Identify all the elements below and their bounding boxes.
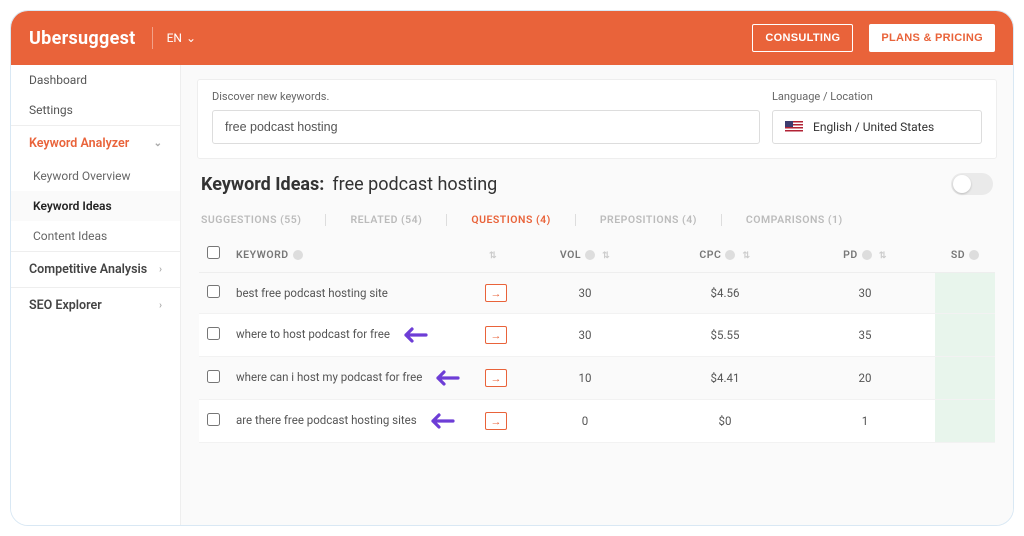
sidebar-item-keyword-ideas[interactable]: Keyword Ideas	[11, 191, 180, 221]
divider	[446, 214, 447, 226]
cell-sd	[935, 400, 995, 443]
divider	[575, 214, 576, 226]
language-picker[interactable]: EN ⌄	[152, 27, 196, 49]
cell-keyword: where to host podcast for free	[228, 314, 477, 357]
brand-logo: Ubersuggest	[29, 28, 136, 49]
ideas-title: Keyword Ideas:	[201, 174, 324, 195]
sidebar: Dashboard Settings Keyword Analyzer ⌄ Ke…	[11, 65, 181, 525]
sidebar-section-label: Competitive Analysis	[29, 262, 147, 277]
sidebar-item-content-ideas[interactable]: Content Ideas	[11, 221, 180, 251]
cell-vol: 30	[515, 314, 655, 357]
cell-keyword: where can i host my podcast for free	[228, 357, 477, 400]
row-checkbox[interactable]	[207, 370, 220, 383]
info-icon	[725, 250, 735, 260]
cell-cpc: $4.41	[655, 357, 795, 400]
cell-vol: 10	[515, 357, 655, 400]
cell-cpc: $5.55	[655, 314, 795, 357]
annotation-arrow-icon	[428, 368, 460, 388]
expand-button[interactable]: →	[485, 326, 507, 344]
select-all-checkbox[interactable]	[207, 246, 220, 259]
sort-icon[interactable]: ⇅	[602, 252, 610, 260]
cell-pd: 35	[795, 314, 935, 357]
annotation-arrow-icon	[396, 325, 428, 345]
cell-pd: 30	[795, 273, 935, 314]
cell-vol: 0	[515, 400, 655, 443]
cell-sd	[935, 273, 995, 314]
location-value: English / United States	[813, 120, 934, 134]
ideas-keyword: free podcast hosting	[332, 174, 497, 195]
flag-us-icon	[785, 121, 803, 133]
cell-keyword: best free podcast hosting site	[228, 273, 477, 314]
expand-button[interactable]: →	[485, 284, 507, 302]
tab-prepositions[interactable]: PREPOSITIONS (4)	[600, 213, 697, 226]
sidebar-item-keyword-overview[interactable]: Keyword Overview	[11, 161, 180, 191]
expand-button[interactable]: →	[485, 412, 507, 430]
tab-related[interactable]: RELATED (54)	[350, 213, 422, 226]
location-label: Language / Location	[772, 90, 982, 103]
subtabs: SUGGESTIONS (55) RELATED (54) QUESTIONS …	[181, 199, 1013, 236]
discover-panel: Discover new keywords. Language / Locati…	[197, 79, 997, 159]
discover-label: Discover new keywords.	[212, 90, 760, 103]
row-checkbox[interactable]	[207, 285, 220, 298]
language-code: EN	[167, 31, 182, 45]
row-checkbox[interactable]	[207, 413, 220, 426]
plans-button[interactable]: PLANS & PRICING	[869, 24, 995, 52]
sidebar-item-dashboard[interactable]: Dashboard	[11, 65, 180, 95]
col-vol[interactable]: VOL ⇅	[515, 236, 655, 273]
tab-comparisons[interactable]: COMPARISONS (1)	[746, 213, 843, 226]
cell-sd	[935, 357, 995, 400]
chevron-right-icon: ›	[159, 300, 162, 311]
cell-pd: 1	[795, 400, 935, 443]
cell-cpc: $4.56	[655, 273, 795, 314]
chevron-down-icon: ⌄	[154, 138, 162, 149]
sort-icon[interactable]: ⇅	[879, 252, 887, 260]
cell-cpc: $0	[655, 400, 795, 443]
annotation-arrow-icon	[423, 411, 455, 431]
divider	[721, 214, 722, 226]
cell-pd: 20	[795, 357, 935, 400]
table-row[interactable]: where to host podcast for free → 30$5.5535	[199, 314, 995, 357]
keywords-table: KEYWORD ⇅ VOL ⇅ CPC ⇅	[199, 236, 995, 443]
col-expand: ⇅	[477, 236, 515, 273]
cell-sd	[935, 314, 995, 357]
sort-icon[interactable]: ⇅	[743, 252, 751, 260]
sidebar-section-label: SEO Explorer	[29, 298, 102, 313]
sidebar-section-label: Keyword Analyzer	[29, 136, 129, 151]
tab-suggestions[interactable]: SUGGESTIONS (55)	[201, 213, 301, 226]
view-toggle[interactable]	[951, 173, 993, 195]
location-selector[interactable]: English / United States	[772, 110, 982, 144]
table-row[interactable]: are there free podcast hosting sites → 0$0…	[199, 400, 995, 443]
keyword-input[interactable]	[212, 110, 760, 144]
col-check	[199, 236, 228, 273]
app-header: Ubersuggest EN ⌄ CONSULTING PLANS & PRIC…	[11, 11, 1013, 65]
sidebar-section-competitive-analysis[interactable]: Competitive Analysis ›	[11, 251, 180, 287]
main-area: Dashboard Settings Keyword Analyzer ⌄ Ke…	[11, 65, 1013, 525]
col-sd[interactable]: SD	[935, 236, 995, 273]
info-icon	[862, 250, 872, 260]
tab-questions[interactable]: QUESTIONS (4)	[471, 213, 550, 226]
cell-vol: 30	[515, 273, 655, 314]
col-pd[interactable]: PD ⇅	[795, 236, 935, 273]
info-icon	[293, 250, 303, 260]
table-row[interactable]: best free podcast hosting site → 30$4.5630	[199, 273, 995, 314]
divider	[325, 214, 326, 226]
sidebar-section-keyword-analyzer[interactable]: Keyword Analyzer ⌄	[11, 125, 180, 161]
sidebar-section-seo-explorer[interactable]: SEO Explorer ›	[11, 287, 180, 323]
cell-keyword: are there free podcast hosting sites	[228, 400, 477, 443]
chevron-down-icon: ⌄	[186, 31, 196, 45]
table-row[interactable]: where can i host my podcast for free → 10$…	[199, 357, 995, 400]
info-icon	[585, 250, 595, 260]
sidebar-item-settings[interactable]: Settings	[11, 95, 180, 125]
app-window: Ubersuggest EN ⌄ CONSULTING PLANS & PRIC…	[10, 10, 1014, 526]
chevron-right-icon: ›	[159, 264, 162, 275]
ideas-header: Keyword Ideas: free podcast hosting	[181, 173, 1013, 199]
expand-button[interactable]: →	[485, 369, 507, 387]
content-area: Discover new keywords. Language / Locati…	[181, 65, 1013, 525]
row-checkbox[interactable]	[207, 327, 220, 340]
info-icon	[969, 250, 979, 260]
col-keyword[interactable]: KEYWORD	[228, 236, 477, 273]
sort-icon[interactable]: ⇅	[489, 252, 497, 260]
consulting-button[interactable]: CONSULTING	[752, 24, 853, 52]
col-cpc[interactable]: CPC ⇅	[655, 236, 795, 273]
